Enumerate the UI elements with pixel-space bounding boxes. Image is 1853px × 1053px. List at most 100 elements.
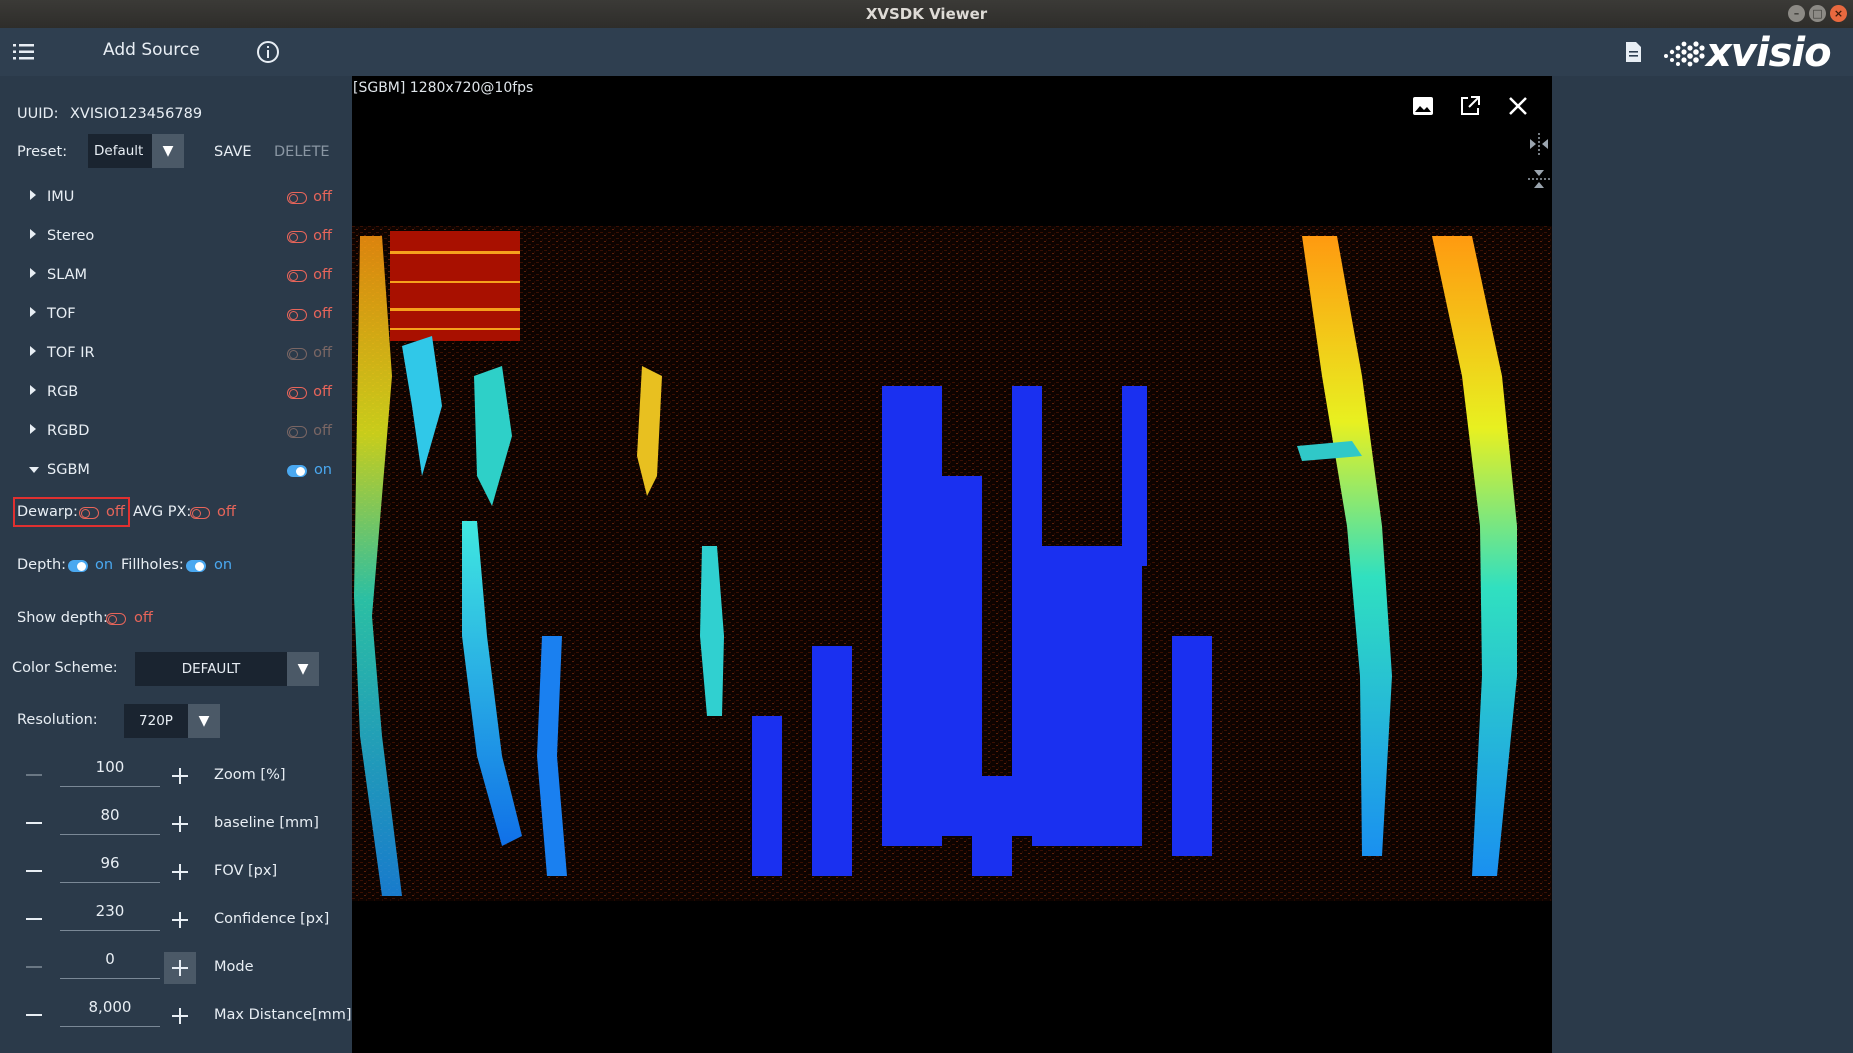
- increment-button[interactable]: [164, 952, 196, 984]
- increment-button[interactable]: [164, 1000, 196, 1032]
- decrement-button[interactable]: [26, 870, 42, 872]
- tree-item-tof-ir[interactable]: TOF IR off: [30, 342, 335, 366]
- expand-arrow-icon[interactable]: [30, 190, 36, 200]
- expand-arrow-icon[interactable]: [30, 385, 36, 395]
- chevron-down-icon[interactable]: ▼: [188, 704, 220, 738]
- expand-arrow-icon[interactable]: [30, 229, 36, 239]
- stream-view: [SGBM] 1280x720@10fps: [352, 76, 1552, 1053]
- document-icon[interactable]: [1624, 41, 1642, 63]
- stepper-label: baseline [mm]: [214, 815, 319, 831]
- showdepth-toggle[interactable]: [106, 613, 126, 629]
- stepper-value[interactable]: 8,000: [60, 998, 160, 1016]
- toggle-state: on: [313, 462, 332, 478]
- save-button[interactable]: SAVE: [214, 144, 252, 160]
- xvisio-logo: xvisio: [1662, 30, 1832, 76]
- app-toolbar: Add Source xvisio: [0, 28, 1853, 76]
- toggle-switch[interactable]: [287, 192, 307, 208]
- tree-item-rgb[interactable]: RGB off: [30, 381, 335, 405]
- toggle-switch[interactable]: [287, 309, 307, 325]
- tree-item-label: Stereo: [47, 228, 95, 244]
- uuid-value: XVISIO123456789: [70, 106, 203, 122]
- colorscheme-value: DEFAULT: [181, 661, 241, 677]
- fillholes-toggle[interactable]: [186, 560, 206, 576]
- stepper-value[interactable]: 230: [60, 902, 160, 920]
- resolution-value: 720P: [139, 713, 173, 729]
- toggle-switch: [287, 348, 307, 364]
- colorscheme-label: Color Scheme:: [12, 660, 118, 676]
- tree-item-tof[interactable]: TOF off: [30, 303, 335, 327]
- logo-dots-icon: [1664, 41, 1705, 67]
- close-window-button[interactable]: ×: [1830, 5, 1847, 22]
- decrement-button[interactable]: [26, 1014, 42, 1016]
- decrement-button[interactable]: [26, 774, 42, 776]
- depth-image: [352, 226, 1552, 901]
- resolution-dropdown[interactable]: 720P ▼: [124, 704, 220, 738]
- stepper-value[interactable]: 96: [60, 854, 160, 872]
- expand-arrow-icon[interactable]: [30, 268, 36, 278]
- toggle-state: off: [313, 345, 332, 361]
- toggle-switch[interactable]: [287, 465, 307, 481]
- toggle-state: off: [313, 306, 332, 322]
- expand-arrow-icon[interactable]: [30, 346, 36, 356]
- increment-button[interactable]: [164, 760, 196, 792]
- menu-list-icon[interactable]: [12, 42, 36, 62]
- flip-horizontal-icon[interactable]: [1526, 131, 1552, 157]
- toggle-switch[interactable]: [287, 231, 307, 247]
- preset-value: Default: [94, 143, 144, 159]
- dewarp-toggle[interactable]: [79, 507, 99, 523]
- toggle-switch: [287, 426, 307, 442]
- increment-button[interactable]: [164, 808, 196, 840]
- tree-item-label: TOF: [47, 306, 76, 322]
- increment-button[interactable]: [164, 856, 196, 888]
- minimize-button[interactable]: –: [1788, 5, 1805, 22]
- settings-sidebar: UUID: XVISIO123456789 Preset: Default ▼ …: [0, 76, 352, 1053]
- chevron-down-icon[interactable]: ▼: [287, 652, 319, 686]
- image-icon[interactable]: [1412, 96, 1434, 116]
- tree-item-sgbm[interactable]: SGBM on: [29, 459, 335, 483]
- tree-item-rgbd[interactable]: RGBD off: [30, 420, 335, 444]
- stream-info-label: [SGBM] 1280x720@10fps: [353, 80, 534, 96]
- tree-item-label: RGB: [47, 384, 79, 400]
- tree-item-stereo[interactable]: Stereo off: [30, 225, 335, 249]
- toggle-state: off: [313, 423, 332, 439]
- showdepth-state: off: [134, 610, 153, 626]
- logo-text: xvisio: [1706, 30, 1832, 76]
- stepper-label: Zoom [%]: [214, 767, 286, 783]
- toggle-switch[interactable]: [287, 387, 307, 403]
- uuid-label: UUID:: [17, 106, 59, 122]
- close-icon[interactable]: [1508, 96, 1528, 116]
- tree-item-imu[interactable]: IMU off: [30, 186, 335, 210]
- delete-button[interactable]: DELETE: [274, 144, 330, 160]
- stepper-label: Confidence [px]: [214, 911, 330, 927]
- tree-item-label: IMU: [47, 189, 75, 205]
- max-distance-stepper: 8,000 Max Distance[mm]: [20, 998, 352, 1034]
- decrement-button[interactable]: [26, 822, 42, 824]
- open-external-icon[interactable]: [1459, 95, 1481, 117]
- increment-button[interactable]: [164, 904, 196, 936]
- avgpx-state: off: [217, 504, 236, 520]
- colorscheme-dropdown[interactable]: DEFAULT ▼: [135, 652, 319, 686]
- stepper-value[interactable]: 80: [60, 806, 160, 824]
- toggle-state: off: [313, 384, 332, 400]
- toggle-switch[interactable]: [287, 270, 307, 286]
- collapse-arrow-icon[interactable]: [29, 467, 39, 473]
- decrement-button[interactable]: [26, 966, 42, 968]
- tree-item-label: RGBD: [47, 423, 90, 439]
- tree-item-label: SLAM: [47, 267, 88, 283]
- flip-vertical-icon[interactable]: [1526, 166, 1552, 192]
- chevron-down-icon[interactable]: ▼: [152, 134, 184, 168]
- preset-dropdown[interactable]: Default ▼: [88, 134, 184, 168]
- depth-toggle[interactable]: [68, 560, 88, 576]
- toggle-state: off: [313, 267, 332, 283]
- stepper-value[interactable]: 0: [60, 950, 160, 968]
- avgpx-toggle[interactable]: [190, 507, 210, 523]
- tree-item-slam[interactable]: SLAM off: [30, 264, 335, 288]
- expand-arrow-icon[interactable]: [30, 424, 36, 434]
- stepper-value[interactable]: 100: [60, 758, 160, 776]
- decrement-button[interactable]: [26, 918, 42, 920]
- maximize-button[interactable]: □: [1809, 5, 1826, 22]
- add-source-button[interactable]: Add Source: [103, 40, 200, 60]
- expand-arrow-icon[interactable]: [30, 307, 36, 317]
- info-icon[interactable]: [256, 40, 280, 64]
- fillholes-state: on: [214, 557, 233, 573]
